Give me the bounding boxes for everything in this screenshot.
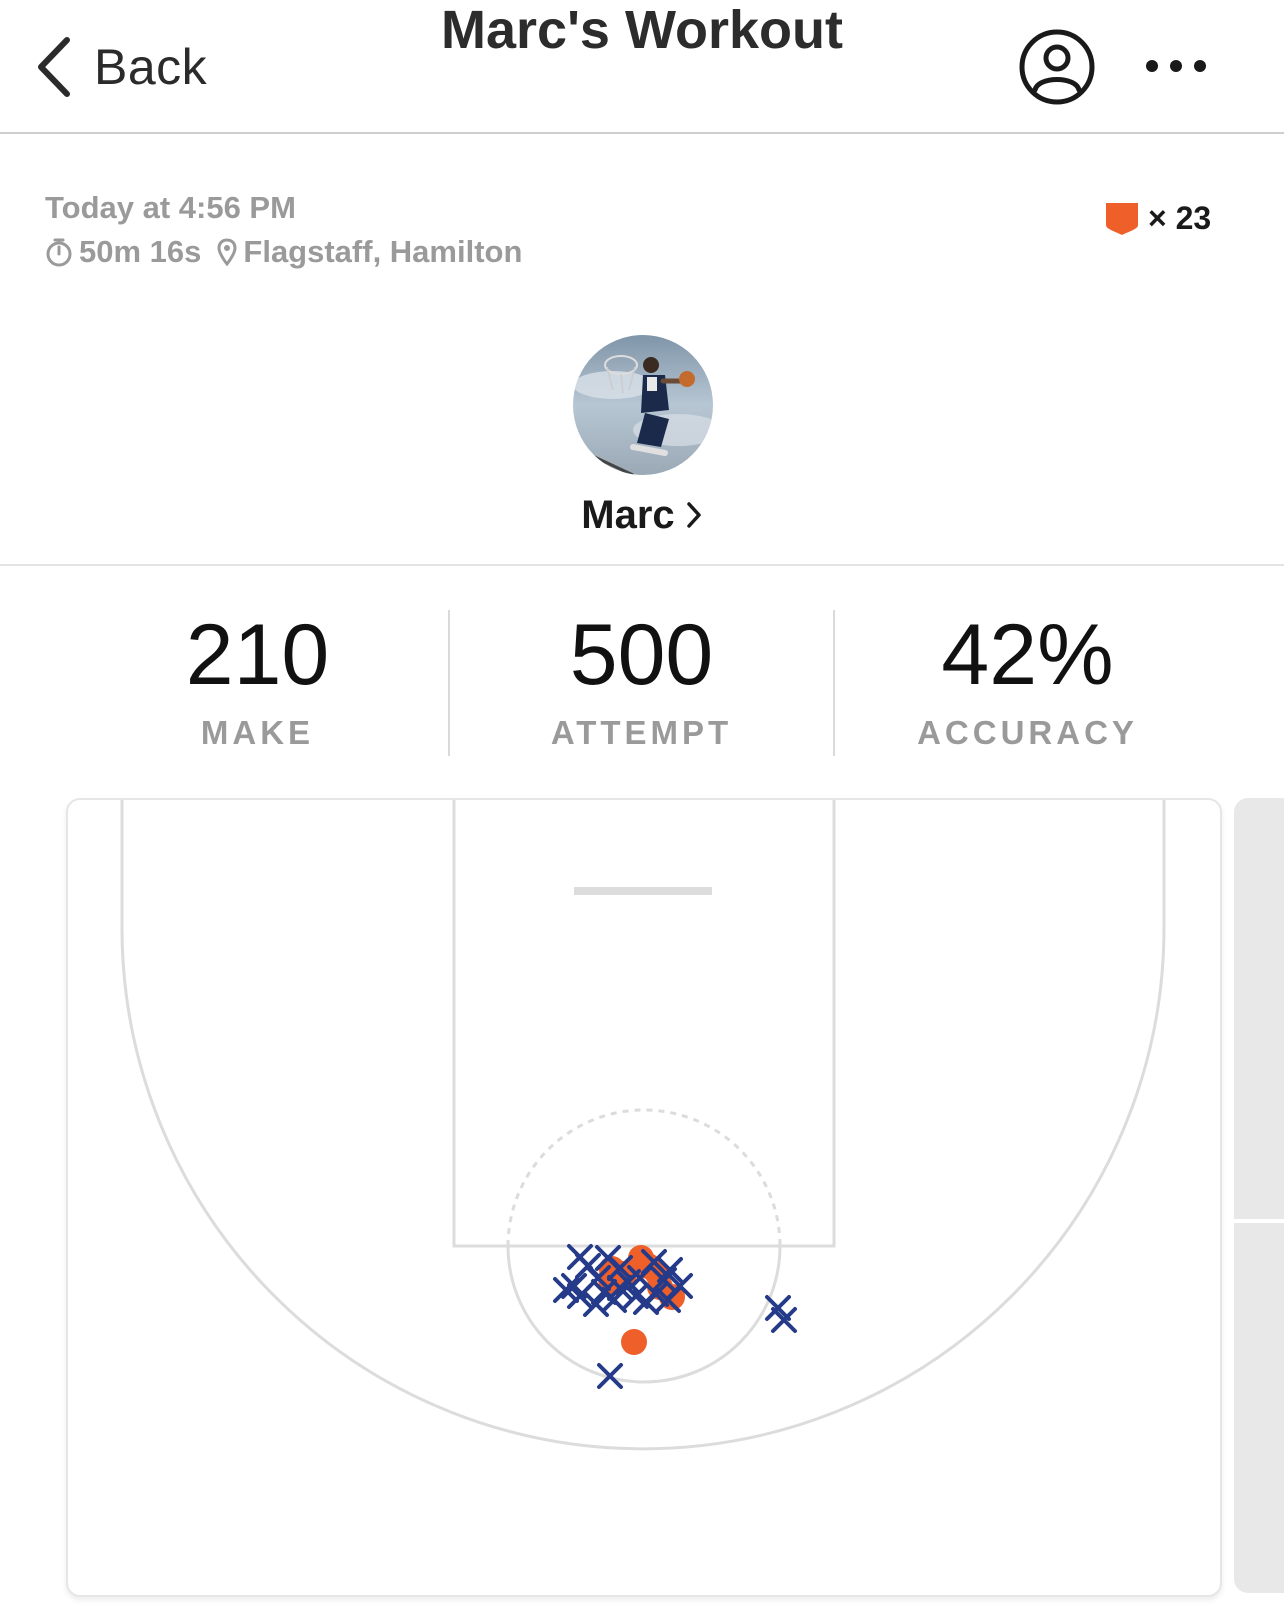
badge-counter: × 23: [1104, 200, 1211, 237]
athlete-profile-link[interactable]: Marc: [0, 493, 1284, 540]
more-options-button[interactable]: [1140, 44, 1212, 88]
profile-button[interactable]: [1018, 28, 1096, 106]
athlete-avatar[interactable]: [573, 335, 713, 475]
stat-label: ACCURACY: [917, 714, 1138, 751]
workout-details: 50m 16s Flagstaff, Hamilton: [45, 234, 522, 270]
made-shot-marker: [621, 1329, 647, 1355]
shot-chart-card[interactable]: [66, 798, 1222, 1597]
stat-value: 210: [185, 607, 330, 703]
athlete-photo: [573, 335, 713, 475]
free-throw-circle-dashed: [506, 1108, 782, 1247]
stat-value: 42%: [941, 607, 1114, 703]
chevron-right-icon: [685, 495, 703, 540]
stat-accuracy: 42% ACCURACY: [835, 600, 1220, 752]
three-point-line: [120, 800, 1166, 1451]
card-separator: [1234, 1219, 1284, 1223]
badge-count: × 23: [1148, 200, 1212, 236]
location-pin-icon: [217, 238, 237, 266]
stat-label: ATTEMPT: [550, 714, 733, 751]
next-card-peek[interactable]: [1234, 798, 1284, 1593]
stat-attempt: 500 ATTEMPT: [449, 600, 834, 752]
stat-label: MAKE: [200, 714, 315, 751]
user-circle-icon: [1019, 29, 1095, 105]
paint-lane: [452, 800, 836, 1248]
top-nav-bar: Back Marc's Workout: [0, 0, 1284, 134]
workout-duration: 50m 16s: [79, 234, 202, 269]
stat-value: 500: [569, 607, 714, 703]
shield-badge-icon: [1106, 202, 1138, 235]
half-court-diagram: [120, 800, 1166, 1451]
athlete-name: Marc: [581, 493, 675, 537]
section-divider: [0, 564, 1284, 566]
workout-date: Today at 4:56 PM: [45, 190, 296, 225]
stat-make: 210 MAKE: [65, 600, 450, 752]
ellipsis-icon: [1146, 60, 1206, 72]
stopwatch-icon: [46, 238, 72, 267]
workout-location: Flagstaff, Hamilton: [243, 234, 523, 269]
